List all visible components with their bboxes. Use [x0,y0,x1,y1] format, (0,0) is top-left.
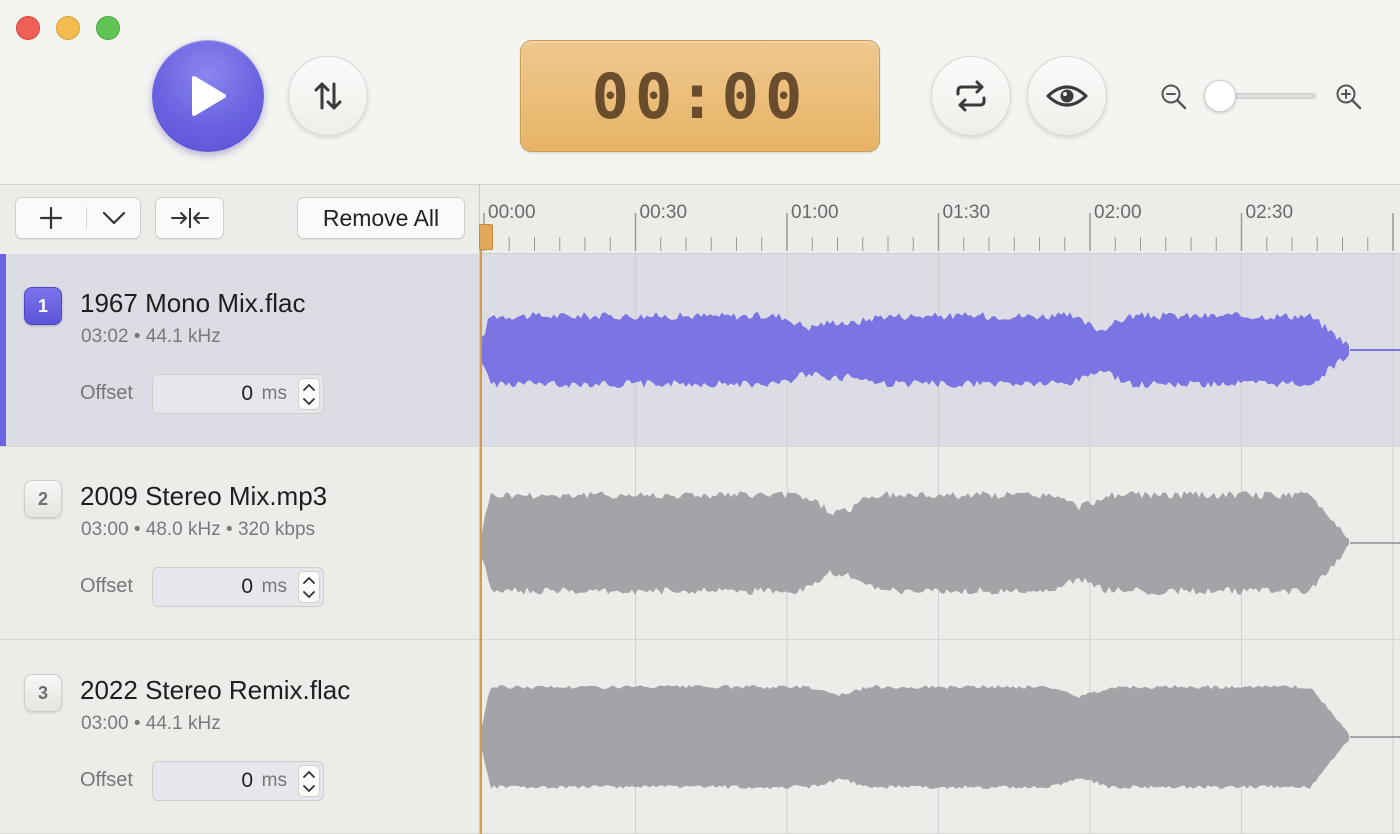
chevron-down-icon [303,397,315,405]
track-meta: 03:00 • 48.0 kHz • 320 kbps [81,519,316,540]
window-close-button[interactable] [16,16,40,40]
offset-value[interactable]: 0 [241,769,253,793]
offset-unit: ms [261,770,287,791]
offset-stepper[interactable] [298,571,320,603]
waveform-lane[interactable] [480,447,1400,640]
offset-unit: ms [261,383,287,404]
playhead-handle[interactable] [479,224,493,250]
waveform-shape [482,491,1349,595]
offset-label: Offset [80,575,133,597]
ruler-label: 02:30 [1246,202,1294,223]
zoom-in-icon[interactable] [1335,83,1363,111]
waveform-shape [482,312,1349,388]
track-row[interactable]: 3 2022 Stereo Remix.flac 03:00 • 44.1 kH… [0,641,480,834]
timeline[interactable]: 00:00 00:30 01:00 01:30 02:00 02:30 [480,185,1400,834]
offset-field[interactable]: 0 ms [152,374,324,414]
chevron-up-icon [303,576,315,584]
track-name: 2009 Stereo Mix.mp3 [80,481,328,511]
add-menu-button[interactable] [87,198,140,238]
chevron-down-icon [102,211,125,225]
sync-button[interactable] [288,56,368,136]
ruler-label: 02:00 [1094,202,1142,223]
stepper-down-button[interactable] [299,781,319,796]
chevron-up-icon [303,770,315,778]
repeat-button[interactable] [931,56,1011,136]
waveform [482,254,1400,447]
track-number-badge[interactable]: 1 [24,287,62,325]
offset-stepper[interactable] [298,765,320,797]
zoom-out-icon[interactable] [1160,83,1188,111]
track-name: 1967 Mono Mix.flac [80,288,306,318]
waveform-lane[interactable] [480,254,1400,447]
offset-field[interactable]: 0 ms [152,567,324,607]
offset-value[interactable]: 0 [241,575,253,599]
waveform-shape [482,685,1349,789]
stepper-down-button[interactable] [299,394,319,409]
offset-unit: ms [261,576,287,597]
track-row[interactable]: 2 2009 Stereo Mix.mp3 03:00 • 48.0 kHz •… [0,447,480,640]
zoom-slider-knob[interactable] [1204,80,1236,112]
chevron-down-icon [303,590,315,598]
ruler-label: 00:30 [640,202,688,223]
track-number-badge[interactable]: 2 [24,480,62,518]
window-zoom-button[interactable] [96,16,120,40]
track-meta: 03:00 • 44.1 kHz [81,713,221,734]
track-meta: 03:02 • 44.1 kHz [81,326,221,347]
ruler-ticks: 00:00 00:30 01:00 01:30 02:00 02:30 [483,202,1394,251]
eye-icon [1046,85,1088,107]
toolbar: 00:00 [0,0,1400,185]
ruler-label: 01:30 [943,202,991,223]
repeat-icon [956,80,986,112]
offset-value[interactable]: 0 [241,382,253,406]
waveform-lane[interactable] [480,641,1400,834]
offset-stepper[interactable] [298,378,320,410]
offset-label: Offset [80,382,133,404]
play-button[interactable] [152,40,264,152]
window-minimize-button[interactable] [56,16,80,40]
add-track-button[interactable] [16,198,86,238]
align-tracks-button[interactable] [155,197,224,239]
stepper-up-button[interactable] [299,766,319,781]
track-row[interactable]: 1 1967 Mono Mix.flac 03:02 • 44.1 kHz Of… [0,254,480,447]
chevron-up-icon [303,383,315,391]
time-display: 00:00 [520,40,880,152]
stepper-up-button[interactable] [299,572,319,587]
plus-icon [39,206,63,230]
add-segmented-control [15,197,141,239]
align-center-icon [170,208,209,228]
play-icon [192,76,226,116]
waveform [482,447,1400,640]
stepper-up-button[interactable] [299,379,319,394]
playhead[interactable] [480,226,482,834]
chevron-down-icon [303,784,315,792]
offset-field[interactable]: 0 ms [152,761,324,801]
waveform [482,641,1400,834]
stepper-down-button[interactable] [299,587,319,602]
time-readout: 00:00 [591,59,809,133]
arrow-swap-icon [314,82,342,110]
time-ruler[interactable]: 00:00 00:30 01:00 01:30 02:00 02:30 [480,185,1400,254]
offset-label: Offset [80,769,133,791]
visibility-button[interactable] [1027,56,1107,136]
ruler-label: 00:00 [488,202,536,223]
remove-all-button[interactable]: Remove All [297,197,465,239]
selection-indicator [0,254,6,446]
track-number-badge[interactable]: 3 [24,674,62,712]
ruler-label: 01:00 [791,202,839,223]
track-name: 2022 Stereo Remix.flac [80,675,351,705]
